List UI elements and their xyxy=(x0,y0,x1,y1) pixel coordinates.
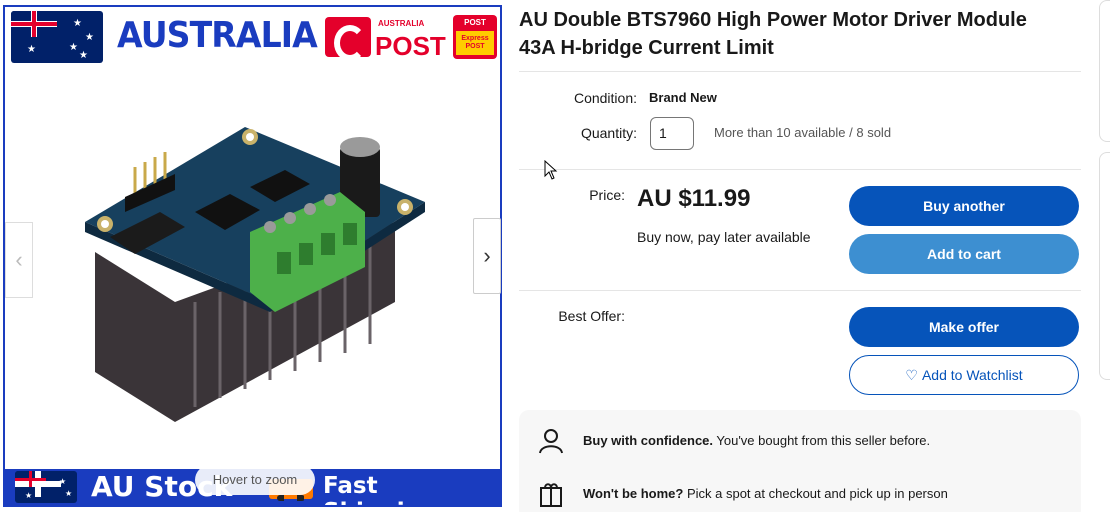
condition-value: Brand New xyxy=(649,90,717,105)
availability-text: More than 10 available / 8 sold xyxy=(714,125,892,140)
flag-icon: ★ ★ ★ ★ ★ xyxy=(11,11,103,63)
fast-shipping-text: Fast Shipping xyxy=(323,473,437,505)
package-icon xyxy=(540,483,562,507)
make-offer-button[interactable]: Make offer xyxy=(849,307,1079,347)
flag-icon: ★ ★ ★ xyxy=(15,471,77,503)
buyer-confidence-panel: Buy with confidence. You've bought from … xyxy=(519,410,1081,512)
condition-label: Condition: xyxy=(573,90,637,106)
quantity-input[interactable]: 1 xyxy=(650,117,694,150)
side-card xyxy=(1099,152,1110,380)
image-gallery[interactable]: ★ ★ ★ ★ ★ AUSTRALIA AUSTRALIA POST POST … xyxy=(3,5,502,507)
confidence-bold: Buy with confidence. xyxy=(583,433,714,448)
buy-another-button[interactable]: Buy another xyxy=(849,186,1079,226)
confidence-text: Buy with confidence. You've bought from … xyxy=(583,433,930,448)
person-icon xyxy=(539,429,563,454)
post-small-text: AUSTRALIA xyxy=(378,19,425,28)
confidence-detail: You've bought from this seller before. xyxy=(713,433,931,448)
express-post-logo: POST Express POST xyxy=(453,15,497,59)
divider xyxy=(519,169,1081,170)
product-image[interactable] xyxy=(65,102,455,432)
add-to-watchlist-button[interactable]: ♡ Add to Watchlist xyxy=(849,355,1079,395)
pay-later-text: Buy now, pay later available xyxy=(637,229,811,245)
pickup-bold: Won't be home? xyxy=(583,486,684,501)
add-to-cart-button[interactable]: Add to cart xyxy=(849,234,1079,274)
auspost-logo xyxy=(325,17,371,61)
banner-australia-text: AUSTRALIA xyxy=(117,15,318,56)
express-top-text: POST xyxy=(464,18,486,27)
add-to-watchlist-label: Add to Watchlist xyxy=(921,367,1023,383)
side-card xyxy=(1099,0,1110,142)
quantity-label: Quantity: xyxy=(580,125,637,141)
express-mid-text: Express POST xyxy=(456,31,494,55)
confidence-row: Buy with confidence. You've bought from … xyxy=(519,427,1081,457)
banner-top: ★ ★ ★ ★ ★ AUSTRALIA AUSTRALIA POST POST … xyxy=(5,7,500,67)
listing-title: AU Double BTS7960 High Power Motor Drive… xyxy=(519,9,1027,59)
best-offer-label: Best Offer: xyxy=(558,308,625,324)
heart-icon: ♡ xyxy=(905,367,918,383)
mouse-cursor-icon xyxy=(544,160,558,180)
price-label: Price: xyxy=(589,187,625,203)
pickup-text: Won't be home? Pick a spot at checkout a… xyxy=(583,486,948,501)
chevron-left-icon[interactable]: ‹ xyxy=(5,222,33,298)
post-big-text: POST xyxy=(375,31,446,61)
hover-to-zoom-hint: Hover to zoom xyxy=(195,465,315,495)
pickup-row: Won't be home? Pick a spot at checkout a… xyxy=(519,480,1081,510)
divider xyxy=(519,290,1081,291)
chevron-right-icon[interactable]: › xyxy=(473,218,501,294)
divider xyxy=(519,71,1081,72)
pickup-detail: Pick a spot at checkout and pick up in p… xyxy=(683,486,948,501)
price-value: AU $11.99 xyxy=(637,185,751,212)
